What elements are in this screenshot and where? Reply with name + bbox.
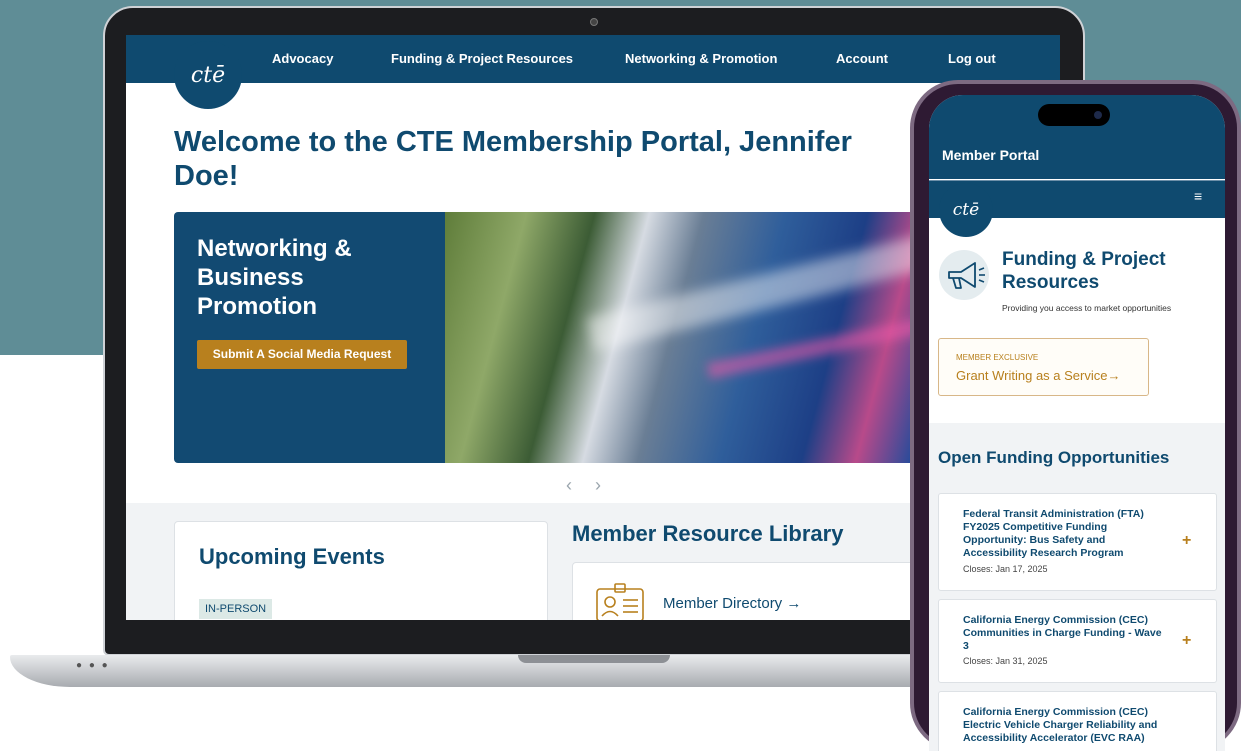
nav-account[interactable]: Account (836, 51, 888, 66)
funding-closes: Closes: Jan 31, 2025 (963, 656, 1048, 666)
nav-networking-promotion[interactable]: Networking & Promotion (625, 51, 777, 66)
open-funding-title: Open Funding Opportunities (938, 448, 1170, 467)
nav-funding-resources[interactable]: Funding & Project Resources (391, 51, 573, 66)
carousel-prev-icon[interactable]: ‹ (566, 475, 572, 495)
page-title: Welcome to the CTE Membership Portal, Je… (174, 126, 852, 192)
funding-card[interactable]: Federal Transit Administration (FTA) FY2… (938, 493, 1217, 591)
hamburger-menu-icon[interactable]: ≡ (1194, 188, 1202, 204)
phone-logo-text: ctē (952, 200, 980, 220)
phone-section-title: Funding & Project Resources (1002, 249, 1166, 293)
phone-camera (1094, 111, 1102, 119)
funding-closes: Closes: Jan 17, 2025 (963, 564, 1048, 574)
phone-section-subtitle: Providing you access to market opportuni… (1002, 303, 1172, 313)
megaphone-icon (948, 262, 985, 289)
cte-logo[interactable]: ctē (174, 41, 242, 109)
id-badge-icon (596, 583, 644, 620)
events-card: Upcoming Events IN-PERSON (174, 521, 548, 620)
carousel-next-icon[interactable]: › (595, 475, 601, 495)
expand-plus-icon[interactable]: + (1182, 632, 1191, 650)
social-media-request-button[interactable]: Submit A Social Media Request (197, 340, 407, 369)
nav-advocacy[interactable]: Advocacy (272, 51, 333, 66)
backdrop-lower (0, 355, 100, 751)
funding-card[interactable]: California Energy Commission (CEC) Commu… (938, 599, 1217, 683)
nav-log-out[interactable]: Log out (948, 51, 996, 66)
logo-text: ctē (190, 62, 226, 88)
hero-panel: Networking & Business Promotion Submit A… (174, 212, 445, 463)
laptop-notch (518, 655, 670, 663)
funding-name: California Energy Commission (CEC) Commu… (963, 614, 1162, 652)
phone-cte-logo[interactable]: ctē (939, 183, 993, 237)
expand-plus-icon[interactable]: + (1182, 532, 1191, 550)
member-directory-link[interactable]: Member Directory → (663, 595, 801, 612)
library-title: Member Resource Library (572, 521, 844, 546)
member-exclusive-label: MEMBER EXCLUSIVE (956, 353, 1039, 362)
funding-name: Federal Transit Administration (FTA) FY2… (963, 508, 1144, 559)
phone-screen: Member Portal ctē ≡ Funding & Project Re… (929, 95, 1225, 751)
funding-name: California Energy Commission (CEC) Elect… (963, 706, 1158, 744)
laptop-base (10, 655, 1010, 687)
funding-card[interactable]: California Energy Commission (CEC) Elect… (938, 691, 1217, 751)
phone-header-title: Member Portal (942, 147, 1040, 163)
grant-writing-link[interactable]: Grant Writing as a Service→ (956, 368, 1120, 383)
top-nav: Advocacy Funding & Project Resources Net… (126, 35, 1060, 83)
event-type-badge: IN-PERSON (199, 599, 273, 619)
hero-title: Networking & Business Promotion (197, 235, 352, 320)
laptop-dots: ● ● ● (76, 660, 110, 671)
events-title: Upcoming Events (199, 544, 385, 569)
megaphone-icon-wrap (939, 250, 989, 300)
member-exclusive-card[interactable]: MEMBER EXCLUSIVE Grant Writing as a Serv… (938, 338, 1149, 396)
carousel-nav: ‹ › (566, 475, 601, 496)
laptop-camera (590, 18, 598, 26)
